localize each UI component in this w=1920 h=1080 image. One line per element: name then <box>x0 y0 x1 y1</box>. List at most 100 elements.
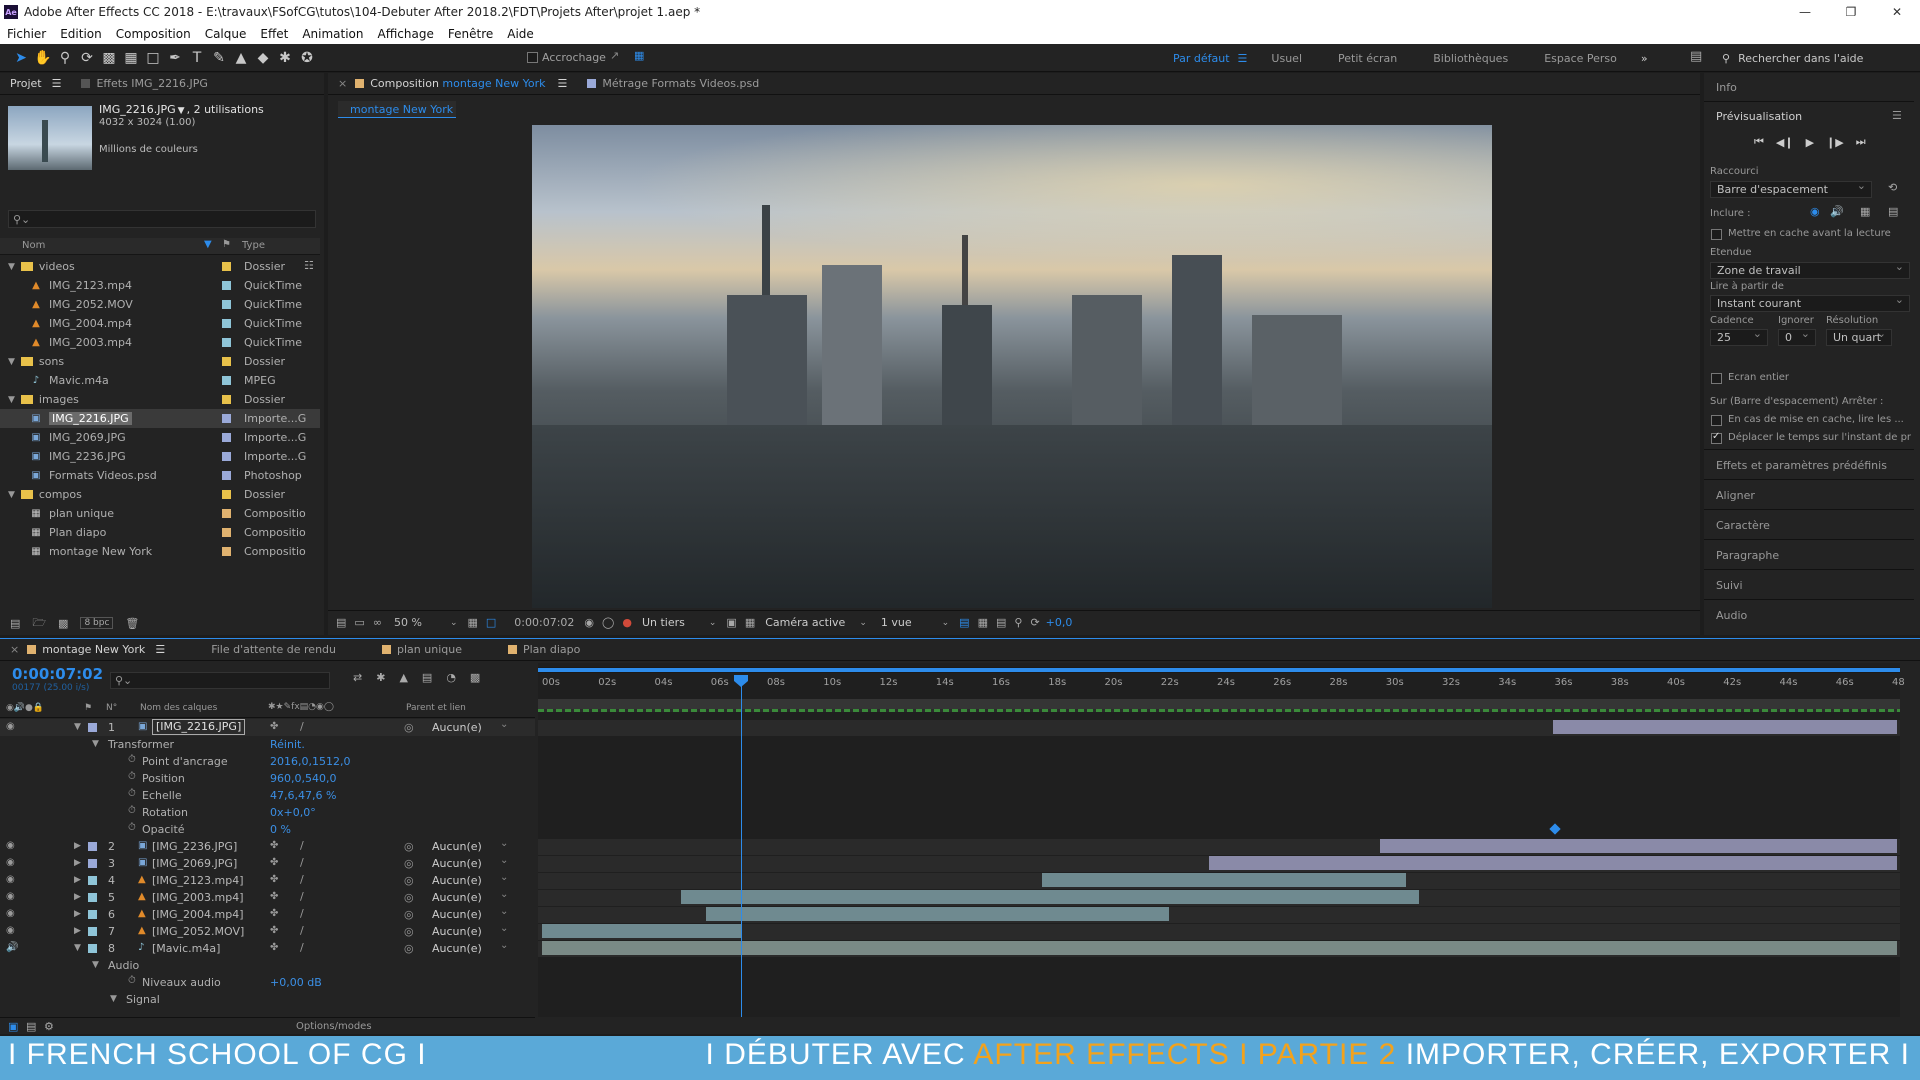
collapse-switch-icon[interactable]: ✤ <box>270 891 278 902</box>
label-color-swatch[interactable] <box>222 433 231 442</box>
project-item[interactable]: ▦ Plan diapo Compositio <box>0 523 320 542</box>
sync-settings-icon[interactable]: ▤ <box>1690 49 1702 64</box>
timeline-timecode[interactable]: 0:00:07:02 <box>12 665 103 683</box>
views-select[interactable]: 1 vue <box>881 616 912 629</box>
include-video-icon[interactable]: ◉ <box>1810 205 1820 218</box>
signal-expand-icon[interactable]: ▼ <box>110 994 117 1004</box>
property-row[interactable]: ⏱ Position 960,0,540,0 <box>0 770 535 787</box>
layer-duration-bar[interactable] <box>1379 839 1898 853</box>
draft-3d-icon[interactable]: ✱ <box>376 671 385 684</box>
layer-row[interactable]: ◉ ▶ 6 ▲ [IMG_2004.mp4] ✤ / ◎ Aucun(e) ⌄ <box>0 906 535 923</box>
menu-animation[interactable]: Animation <box>295 27 370 41</box>
expand-transfer-icon[interactable]: ▤ <box>26 1020 36 1033</box>
stopwatch-icon[interactable]: ⏱ <box>128 822 136 833</box>
layer-row[interactable]: ◉ ▶ 5 ▲ [IMG_2003.mp4] ✤ / ◎ Aucun(e) ⌄ <box>0 889 535 906</box>
color-channel-icon[interactable]: ● <box>622 616 632 629</box>
panel-section[interactable]: Audio <box>1704 599 1914 629</box>
panel-section[interactable]: Effets et paramètres prédéfinis <box>1704 449 1914 479</box>
label-color-swatch[interactable] <box>222 471 231 480</box>
bit-depth[interactable]: 8 bpc <box>80 617 114 629</box>
project-search-input[interactable]: ⚲⌄ <box>8 210 316 228</box>
column-layer-name[interactable]: Nom des calques <box>140 703 217 713</box>
pick-whip-icon[interactable]: ◎ <box>404 857 414 870</box>
timeline-search-input[interactable]: ⚲⌄ <box>110 672 330 689</box>
options-modes-toggle[interactable]: Options/modes <box>296 1021 372 1032</box>
snap-grid-icon[interactable]: ▦ <box>634 49 644 62</box>
label-color-swatch[interactable] <box>222 376 231 385</box>
layer-label-color[interactable] <box>88 842 97 851</box>
range-select[interactable]: Zone de travail <box>1710 260 1910 279</box>
safe-area-icon[interactable]: □ <box>486 616 496 629</box>
menu-fichier[interactable]: Fichier <box>0 27 53 41</box>
project-item[interactable]: ▣ IMG_2069.JPG Importe...G <box>0 428 320 447</box>
project-item[interactable]: ▲ IMG_2052.MOV QuickTime <box>0 295 320 314</box>
new-comp-icon[interactable]: ▩ <box>58 617 68 630</box>
panel-preview[interactable]: Prévisualisation <box>1716 110 1802 123</box>
layer-name[interactable]: [Mavic.m4a] <box>152 942 220 955</box>
pick-whip-icon[interactable]: ◎ <box>404 840 414 853</box>
project-item[interactable]: ▼ videos Dossier ☷ <box>0 257 320 276</box>
composition-viewer[interactable] <box>532 125 1492 608</box>
label-color-swatch[interactable] <box>222 319 231 328</box>
property-row[interactable]: ⏱ Niveaux audio +0,00 dB <box>0 974 535 991</box>
transparency-grid-icon[interactable]: ▦ <box>745 616 755 629</box>
property-value[interactable]: 0 % <box>270 823 291 836</box>
maximize-icon[interactable]: ❐ <box>1828 0 1874 24</box>
layer-name[interactable]: [IMG_2003.mp4] <box>152 891 244 904</box>
column-name[interactable]: Nom <box>22 240 45 251</box>
collapse-switch-icon[interactable]: ✤ <box>270 721 278 732</box>
fps-select[interactable]: 25 <box>1710 327 1768 346</box>
property-value[interactable]: +0,00 dB <box>270 976 322 989</box>
parent-select[interactable]: Aucun(e) <box>432 925 482 938</box>
tab-plan-diapo[interactable]: Plan diapo <box>498 639 590 661</box>
resolution-preview-select[interactable]: Un quart <box>1826 327 1892 346</box>
tab-plan-unique[interactable]: plan unique <box>372 639 472 661</box>
collapse-switch-icon[interactable]: ✤ <box>270 908 278 919</box>
camera-tool-icon[interactable]: ▩ <box>98 47 120 69</box>
layer-name[interactable]: [IMG_2216.JPG] <box>152 719 246 735</box>
layer-expand-icon[interactable]: ▶ <box>74 909 81 919</box>
snap-options-icon[interactable]: ↗ <box>610 49 619 62</box>
motion-blur-icon[interactable]: ◔ <box>446 671 456 684</box>
layer-label-color[interactable] <box>88 944 97 953</box>
show-snapshot-icon[interactable]: ◯ <box>602 616 614 629</box>
tab-footage[interactable]: Métrage Formats Videos.psd <box>577 73 769 95</box>
property-row[interactable]: Signal <box>0 991 535 1008</box>
selection-tool-icon[interactable]: ➤ <box>10 47 32 69</box>
layer-duration-bar[interactable] <box>1552 720 1898 734</box>
label-color-swatch[interactable] <box>222 281 231 290</box>
shy-layers-icon[interactable]: ▲ <box>399 671 407 684</box>
layer-expand-icon[interactable]: ▶ <box>74 858 81 868</box>
roto-brush-tool-icon[interactable]: ✱ <box>274 47 296 69</box>
comp-flowchart-tab[interactable]: montage New York <box>338 101 456 118</box>
menu-fenetre[interactable]: Fenêtre <box>441 27 500 41</box>
layer-label-color[interactable] <box>88 876 97 885</box>
layer-expand-icon[interactable]: ▼ <box>74 722 81 732</box>
text-tool-icon[interactable]: T <box>186 47 208 69</box>
layer-expand-icon[interactable]: ▶ <box>74 875 81 885</box>
visibility-eye-icon[interactable]: ◉ <box>6 891 15 902</box>
project-item[interactable]: ▼ images Dossier <box>0 390 320 409</box>
property-row[interactable]: ⏱ Rotation 0x+0,0° <box>0 804 535 821</box>
collapse-switch-icon[interactable]: ✤ <box>270 925 278 936</box>
help-search[interactable]: ⚲ Rechercher dans l'aide <box>1722 49 1912 67</box>
transform-expand-icon[interactable]: ▼ <box>92 739 99 749</box>
current-time-indicator[interactable] <box>741 675 742 1017</box>
layer-duration-bar[interactable] <box>542 924 743 938</box>
comp-mini-flowchart-icon[interactable]: ⇄ <box>353 671 362 684</box>
folder-expand-icon[interactable]: ▼ <box>8 490 15 500</box>
frame-blending-icon[interactable]: ▤ <box>422 671 432 684</box>
fast-preview-icon[interactable]: ▦ <box>978 616 988 629</box>
current-time[interactable]: 0:00:07:02 <box>514 616 574 629</box>
panel-section[interactable]: Suivi <box>1704 569 1914 599</box>
menu-aide[interactable]: Aide <box>500 27 541 41</box>
project-item[interactable]: ▼ compos Dossier <box>0 485 320 504</box>
property-row[interactable]: Transformer <box>0 736 535 753</box>
property-row[interactable]: ⏱ Echelle 47,6,47,6 % <box>0 787 535 804</box>
label-column-icon[interactable]: ⚑ <box>222 239 231 250</box>
tab-effects[interactable]: Effets IMG_2216.JPG <box>71 73 218 95</box>
quality-switch-icon[interactable]: / <box>300 873 304 886</box>
folder-expand-icon[interactable]: ▼ <box>8 262 15 272</box>
skip-select[interactable]: 0 <box>1778 327 1816 346</box>
include-external-icon[interactable]: ▤ <box>1888 205 1898 218</box>
